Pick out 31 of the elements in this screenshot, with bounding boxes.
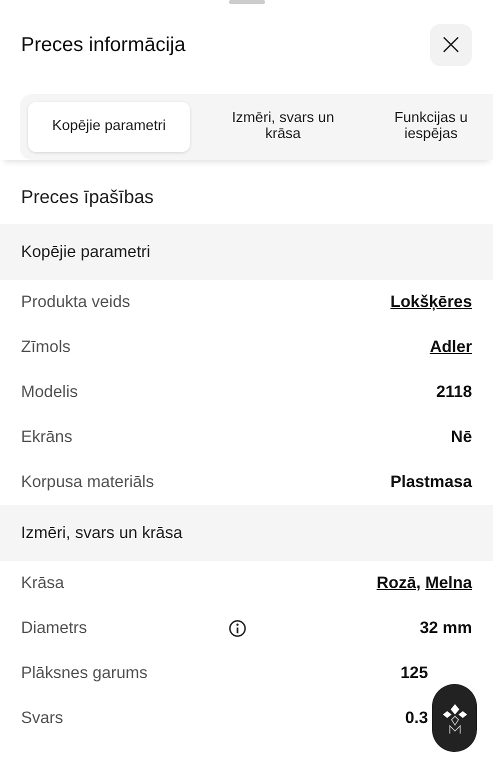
value-link[interactable]: Melna: [425, 574, 472, 592]
property-label: Ekrāns: [21, 428, 72, 447]
property-value: Nē: [450, 428, 472, 446]
property-label: Zīmols: [21, 338, 70, 357]
property-label: Diametrs: [21, 619, 88, 638]
drag-handle[interactable]: [228, 0, 264, 4]
property-value: 32 mm: [420, 619, 472, 637]
property-value: Plastmasa: [390, 473, 472, 491]
assistant-button[interactable]: [432, 684, 477, 752]
group-header: Izmēri, svars un krāsa: [0, 505, 493, 561]
property-value: 125: [400, 664, 428, 682]
property-label: Svars: [21, 709, 64, 728]
property-label: Plāksnes garums: [21, 664, 148, 683]
tab[interactable]: Kopējie parametri: [28, 102, 190, 152]
group-header: Kopējie parametri: [0, 224, 493, 280]
dialog-title: Preces informācija: [21, 34, 186, 56]
value-link[interactable]: Adler: [430, 338, 472, 356]
property-label: Krāsa: [21, 574, 64, 593]
property-label: Produkta veids: [21, 293, 130, 312]
property-label: Modelis: [21, 383, 78, 402]
close-button[interactable]: ×: [430, 24, 472, 66]
tab[interactable]: Funkcijas u iespējas: [376, 102, 486, 152]
property-value: 2118: [436, 383, 472, 401]
tab[interactable]: Izmēri, svars un krāsa: [198, 102, 368, 152]
property-value: ,: [416, 574, 422, 592]
value-link[interactable]: Rozā: [376, 574, 416, 592]
property-value: 0.3: [405, 709, 428, 727]
info-icon[interactable]: [228, 619, 247, 638]
section-heading: Preces īpašības: [20, 185, 155, 209]
value-link[interactable]: Lokšķēres: [390, 293, 472, 311]
property-label: Korpusa materiāls: [21, 473, 154, 492]
